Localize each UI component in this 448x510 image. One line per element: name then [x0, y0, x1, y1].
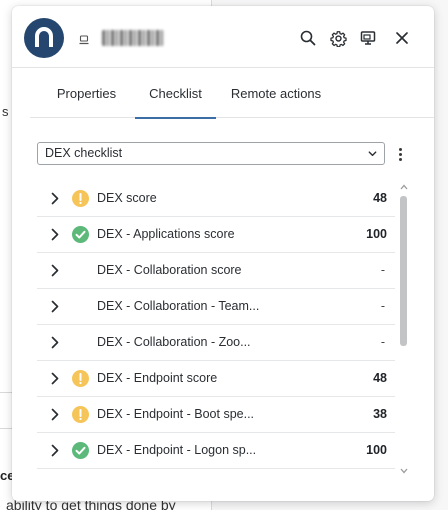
status-empty	[72, 262, 89, 279]
checklist-select[interactable]: DEX checklist	[37, 142, 385, 165]
settings-button[interactable]	[327, 27, 349, 49]
checklist-row[interactable]: DEX score 48	[37, 181, 395, 217]
device-panel: Properties Checklist Remote actions DEX …	[12, 6, 434, 501]
device-icon	[79, 32, 89, 50]
chevron-right-icon[interactable]	[50, 264, 60, 277]
checklist-item-name: DEX - Endpoint - Boot spe...	[97, 407, 255, 421]
tab-checklist[interactable]: Checklist	[135, 68, 216, 119]
checklist-item-value: -	[380, 299, 385, 313]
panel-header	[12, 6, 434, 68]
more-icon-dot	[398, 147, 402, 151]
more-options-button[interactable]	[394, 143, 406, 165]
warning-icon	[72, 190, 89, 207]
checklist-item-value: -	[380, 335, 385, 349]
status-empty	[72, 298, 89, 315]
search-button[interactable]	[297, 27, 319, 49]
tab-label: Properties	[56, 85, 117, 101]
chevron-right-icon[interactable]	[50, 372, 60, 385]
check-icon	[72, 226, 89, 243]
checklist-item-value: 48	[373, 191, 387, 205]
checklist-row[interactable]: DEX - Endpoint score 48	[37, 361, 395, 397]
check-icon	[72, 442, 89, 459]
checklist-item-name: DEX - Endpoint - Logon sp...	[97, 443, 257, 457]
chevron-right-icon[interactable]	[50, 228, 60, 241]
close-icon	[396, 32, 408, 44]
checklist-row[interactable]: DEX - Collaboration score -	[37, 253, 395, 289]
tab-bar: Properties Checklist Remote actions	[30, 68, 434, 119]
device-name-redacted	[102, 30, 164, 46]
checklist-row[interactable]: DEX - Endpoint - Logon sp... 100	[37, 433, 395, 469]
more-icon-dot	[398, 157, 402, 161]
checklist-row[interactable]: DEX - Endpoint - Boot spe... 38	[37, 397, 395, 433]
chevron-right-icon[interactable]	[50, 300, 60, 313]
checklist-item-value: 38	[373, 407, 387, 421]
checklist-item-value: 100	[366, 443, 387, 457]
tab-remote-actions[interactable]: Remote actions	[216, 68, 336, 118]
checklist-item-value: 48	[373, 371, 387, 385]
checklist-item-name: DEX - Collaboration score	[97, 263, 242, 277]
more-icon-dot	[398, 152, 402, 156]
chevron-right-icon[interactable]	[50, 192, 60, 205]
chevron-right-icon[interactable]	[50, 408, 60, 421]
close-button[interactable]	[391, 27, 413, 49]
gear-icon	[329, 30, 347, 47]
chevron-down-icon	[368, 151, 377, 157]
checklist-item-name: DEX score	[97, 191, 157, 205]
checklist-row[interactable]: DEX - Collaboration - Team... -	[37, 289, 395, 325]
tab-properties[interactable]: Properties	[30, 68, 143, 118]
warning-icon	[72, 370, 89, 387]
checklist-list: DEX score 48 DEX - Applications score 100 DE…	[37, 181, 395, 471]
chevron-right-icon[interactable]	[50, 336, 60, 349]
remote-screen-icon	[360, 31, 376, 45]
warning-icon	[72, 406, 89, 423]
checklist-select-value: DEX checklist	[45, 146, 123, 160]
status-empty	[72, 334, 89, 351]
checklist-item-name: DEX - Collaboration - Zoo...	[97, 335, 251, 349]
app-logo	[24, 18, 64, 58]
checklist-item-name: DEX - Endpoint score	[97, 371, 218, 385]
checklist-item-name: DEX - Applications score	[97, 227, 235, 241]
search-icon	[300, 30, 316, 46]
remote-screen-button[interactable]	[357, 27, 379, 49]
scroll-down-arrow[interactable]	[400, 468, 408, 474]
tab-label: Checklist	[149, 85, 202, 101]
chevron-right-icon[interactable]	[50, 444, 60, 457]
checklist-row[interactable]: DEX - Collaboration - Zoo... -	[37, 325, 395, 361]
scrollbar-thumb[interactable]	[400, 196, 407, 346]
logo-n-icon	[35, 27, 53, 47]
checklist-item-value: -	[380, 263, 385, 277]
checklist-item-name: DEX - Collaboration - Team...	[97, 299, 260, 313]
scroll-up-arrow[interactable]	[400, 184, 408, 190]
checklist-row[interactable]: DEX - Applications score 100	[37, 217, 395, 253]
tab-label: Remote actions	[230, 85, 322, 101]
checklist-item-value: 100	[366, 227, 387, 241]
